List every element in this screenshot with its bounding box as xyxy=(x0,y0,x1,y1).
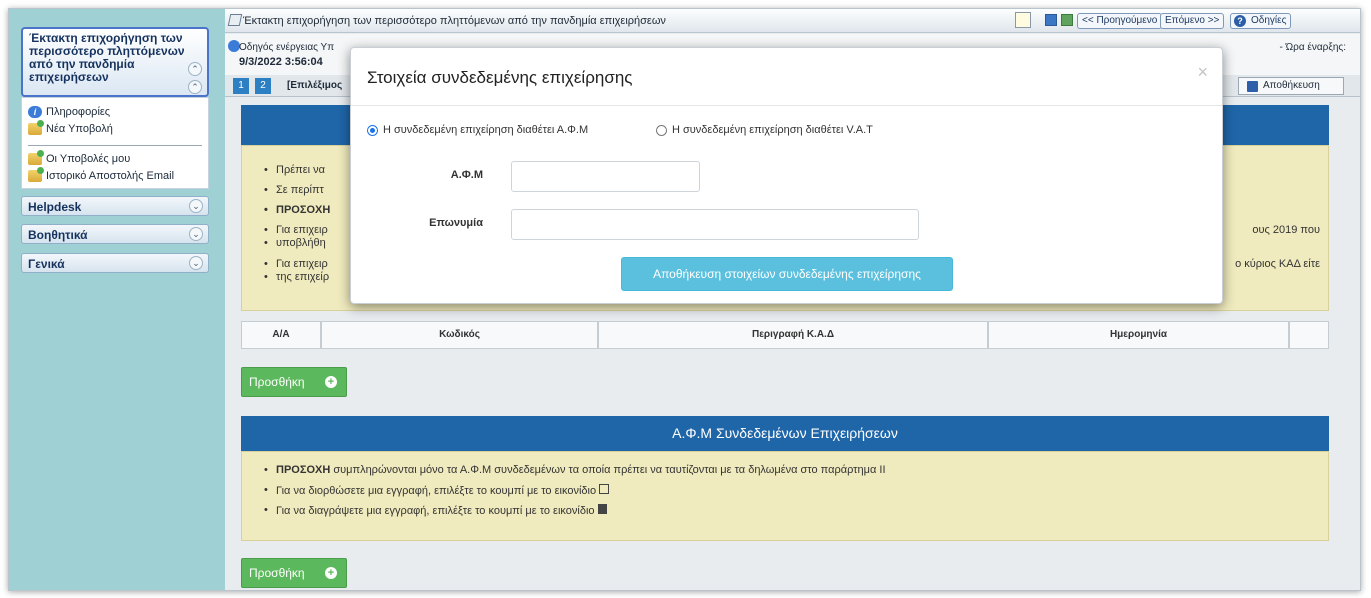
sidebar-section-helpdesk[interactable]: Helpdesk ⌄ xyxy=(21,196,209,216)
instruction-item: Για επιχειρ xyxy=(264,258,328,270)
sidebar-section-general[interactable]: Γενικά ⌄ xyxy=(21,253,209,273)
section-title: Α.Φ.Μ Συνδεδεμένων Επιχειρήσεων xyxy=(241,416,1329,451)
trash-icon xyxy=(597,504,607,514)
instruction-item: ΠΡΟΣΟΧΗ συμπληρώνονται μόνο τα Α.Φ.Μ συν… xyxy=(264,464,886,476)
plus-circle-icon: + xyxy=(325,376,337,388)
save-button[interactable]: Αποθήκευση xyxy=(1238,77,1344,95)
add-button-label: Προσθήκη xyxy=(249,566,305,580)
top-toolbar: Έκτακτη επιχορήγηση των περισσότερο πλητ… xyxy=(225,9,1360,33)
plus-circle-icon: + xyxy=(325,567,337,579)
instruction-item: Σε περίπτ xyxy=(264,184,324,196)
radio-has-vat[interactable]: Η συνδεδεμένη επιχείρηση διαθέτει V.A.T xyxy=(656,124,873,136)
instructions-box-2: ΠΡΟΣΟΧΗ συμπληρώνονται μόνο τα Α.Φ.Μ συν… xyxy=(241,451,1329,541)
instruction-fragment: ο κύριος ΚΑΔ είτε xyxy=(1235,258,1320,270)
company-name-input[interactable] xyxy=(511,209,919,240)
help-button[interactable]: ? Οδηγίες xyxy=(1230,13,1292,29)
radio-label: Η συνδεδεμένη επιχείρηση διαθέτει V.A.T xyxy=(672,124,873,136)
chevron-up-icon[interactable]: ⌃ xyxy=(188,62,202,76)
folder-add-icon xyxy=(28,167,44,182)
step-1[interactable]: 1 xyxy=(233,78,249,94)
warning-label: ΠΡΟΣΟΧΗ xyxy=(276,464,331,476)
folder-add-icon xyxy=(28,120,44,135)
image-icon[interactable] xyxy=(1061,14,1073,26)
save-linked-company-button[interactable]: Αποθήκευση στοιχείων συνδεδεμένης επιχεί… xyxy=(621,257,953,291)
sidebar-item-label: Οι Υποβολές μου xyxy=(46,153,131,165)
sidebar-section-label: Βοηθητικά xyxy=(28,228,88,242)
chevron-down-icon[interactable]: ⌄ xyxy=(189,199,203,213)
instruction-item: ΠΡΟΣΟΧΗ xyxy=(264,204,330,216)
column-header xyxy=(1289,321,1329,349)
afm-label: Α.Φ.Μ xyxy=(450,169,483,181)
help-button-label: Οδηγίες xyxy=(1251,15,1287,26)
sidebar-item-info[interactable]: i Πληροφορίες xyxy=(28,106,110,118)
sidebar-section-active[interactable]: Έκτακτη επιχορήγηση των περισσότερο πλητ… xyxy=(21,27,209,97)
action-guide-text: Οδηγός ενέργειας Υπ xyxy=(239,42,335,53)
help-icon: ? xyxy=(1234,15,1246,27)
start-time-label: - Ώρα έναρξης: xyxy=(1279,42,1346,53)
form-icon xyxy=(227,14,243,26)
instruction-item: Για να διαγράψετε μια εγγραφή, επιλέξτε … xyxy=(264,504,607,517)
column-header: Ημερομηνία xyxy=(988,321,1289,349)
add-linked-company-button[interactable]: Προσθήκη + xyxy=(241,558,347,588)
timestamp: 9/3/2022 3:56:04 xyxy=(239,56,323,68)
radio-label: Η συνδεδεμένη επιχείρηση διαθέτει Α.Φ.Μ xyxy=(383,124,589,136)
instruction-fragment: ους 2019 που xyxy=(1252,224,1320,236)
sidebar-menu: i Πληροφορίες Νέα Υποβολή Οι Υποβολές μο… xyxy=(21,97,209,189)
sidebar-item-label: Πληροφορίες xyxy=(46,106,111,118)
chevron-down-icon[interactable]: ⌄ xyxy=(189,227,203,241)
instruction-text: συμπληρώνονται μόνο τα Α.Φ.Μ συνδεδεμένω… xyxy=(330,464,886,476)
radio-selected-icon[interactable] xyxy=(367,124,378,136)
sidebar-item-my-submissions[interactable]: Οι Υποβολές μου xyxy=(28,150,131,165)
divider xyxy=(351,105,1222,106)
modal-title: Στοιχεία συνδεδεμένης επιχείρησης xyxy=(367,68,633,87)
folder-add-icon xyxy=(28,150,44,165)
instruction-item: Για να διορθώσετε μια εγγραφή, επιλέξτε … xyxy=(264,484,610,497)
app-window: Έκτακτη επιχορήγηση των περισσότερο πλητ… xyxy=(8,8,1361,591)
save-icon xyxy=(1247,81,1258,92)
calculator-icon[interactable] xyxy=(1045,14,1057,26)
instruction-text: Για να διαγράψετε μια εγγραφή, επιλέξτε … xyxy=(276,505,595,517)
afm-input[interactable] xyxy=(511,161,700,192)
company-name-label: Επωνυμία xyxy=(429,217,483,229)
radio-unselected-icon[interactable] xyxy=(656,124,667,136)
save-button-label: Αποθήκευση xyxy=(1263,80,1320,91)
sidebar-section-title: Έκτακτη επιχορήγηση των περισσότερο πλητ… xyxy=(23,29,207,87)
step-2[interactable]: 2 xyxy=(255,78,271,94)
radio-has-afm[interactable]: Η συνδεδεμένη επιχείρηση διαθέτει Α.Φ.Μ xyxy=(367,124,588,136)
sidebar-section-label: Γενικά xyxy=(28,257,65,271)
sidebar: Έκτακτη επιχορήγηση των περισσότερο πλητ… xyxy=(9,9,225,590)
chevron-down-icon[interactable]: ⌄ xyxy=(189,256,203,270)
instruction-item: Για επιχειρ xyxy=(264,224,328,236)
window-title: Έκτακτη επιχορήγηση των περισσότερο πλητ… xyxy=(243,15,666,27)
sidebar-section-label: Helpdesk xyxy=(28,200,82,214)
chevron-up-icon[interactable]: ⌃ xyxy=(188,80,202,94)
sidebar-item-label: Ιστορικό Αποστολής Email xyxy=(46,170,175,182)
sidebar-section-tools[interactable]: Βοηθητικά ⌄ xyxy=(21,224,209,244)
linked-company-modal: Στοιχεία συνδεδεμένης επιχείρησης × Η συ… xyxy=(350,47,1223,304)
sidebar-title-line: επιχειρήσεων xyxy=(29,70,109,84)
sidebar-item-email-history[interactable]: Ιστορικό Αποστολής Email xyxy=(28,167,175,182)
divider xyxy=(28,145,202,146)
instruction-text: Για να διορθώσετε μια εγγραφή, επιλέξτε … xyxy=(276,485,597,497)
next-button[interactable]: Επόμενο >> xyxy=(1160,13,1225,29)
instruction-item: υποβλήθη xyxy=(264,237,326,249)
edit-note-icon[interactable] xyxy=(1015,12,1031,28)
info-icon: i xyxy=(28,106,42,118)
kad-table-header: Α/Α Κωδικός Περιγραφή Κ.Α.Δ Ημερομηνία xyxy=(241,321,1329,349)
add-button-label: Προσθήκη xyxy=(249,375,305,389)
instruction-item: Πρέπει να xyxy=(264,164,325,176)
column-header: Α/Α xyxy=(241,321,321,349)
previous-button[interactable]: << Προηγούμενο xyxy=(1077,13,1163,29)
sidebar-item-new-submission[interactable]: Νέα Υποβολή xyxy=(28,120,113,135)
step-label: [Επιλέξιμος xyxy=(287,80,343,91)
add-kad-button[interactable]: Προσθήκη + xyxy=(241,367,347,397)
column-header: Περιγραφή Κ.Α.Δ xyxy=(598,321,988,349)
instruction-item: της επιχείρ xyxy=(264,271,329,283)
column-header: Κωδικός xyxy=(321,321,598,349)
edit-icon xyxy=(599,484,610,494)
sidebar-item-label: Νέα Υποβολή xyxy=(46,123,113,135)
close-icon[interactable]: × xyxy=(1197,62,1208,83)
